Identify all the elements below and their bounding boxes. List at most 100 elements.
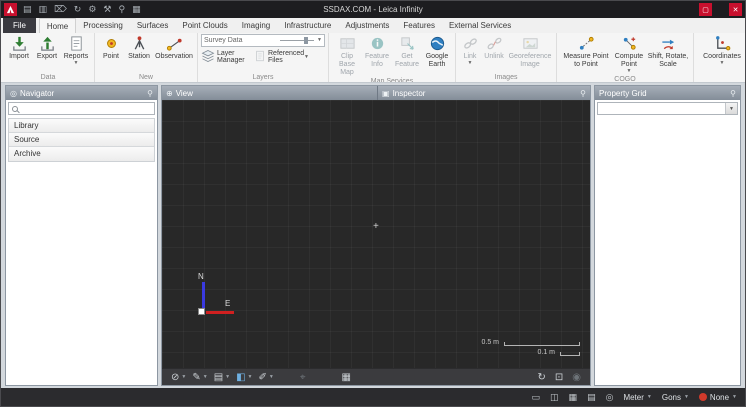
group-label-data: Data (5, 73, 91, 82)
google-earth-label: Google Earth (423, 53, 451, 69)
close-button[interactable]: ✕ (729, 3, 742, 16)
export-icon (39, 35, 56, 53)
settings-gear-icon[interactable]: ⚙ (88, 3, 96, 16)
ribbon-group-cogo: Measure Point to Point Compute Point ▼ S… (557, 33, 694, 82)
refresh-icon[interactable]: ↻ (74, 3, 82, 16)
north-axis-line (202, 282, 205, 309)
tab-processing[interactable]: Processing (76, 18, 130, 33)
clip-base-map-button[interactable]: Clip Base Map (332, 34, 362, 77)
style-brush-button[interactable]: ✐▼ (259, 370, 274, 385)
property-selector-combobox[interactable]: ▼ (597, 102, 738, 115)
compute-point-button[interactable]: Compute Point ▼ (612, 34, 646, 75)
coordinates-icon (714, 35, 731, 53)
coordinate-system-dropdown[interactable]: None ▼ (699, 393, 737, 402)
tab-adjustments[interactable]: Adjustments (338, 18, 396, 33)
group-label-images: Images (459, 73, 553, 82)
east-axis-label: E (225, 299, 230, 308)
unlink-icon (486, 35, 503, 53)
export-button[interactable]: Export (33, 34, 61, 62)
shift-rotate-scale-button[interactable]: Shift, Rotate, Scale (646, 34, 690, 70)
import-button[interactable]: Import (5, 34, 33, 62)
tab-imaging[interactable]: Imaging (235, 18, 277, 33)
chevron-down-icon: ▼ (647, 395, 652, 400)
station-label: Station (128, 53, 150, 61)
display-grid-icon[interactable]: ▦ (132, 3, 141, 16)
file-menu-button[interactable]: File (3, 18, 36, 33)
leica-logo-icon (4, 3, 17, 16)
search-input[interactable] (21, 104, 151, 113)
snap-status-icon[interactable]: ◫ (550, 389, 559, 405)
coordinates-button[interactable]: Coordinates ▼ (697, 34, 745, 67)
tools-icon[interactable]: ⚒ (103, 3, 111, 16)
window-controls: ▢ ✕ (699, 3, 742, 16)
snap-toggle-button[interactable]: ⊘▼ (171, 370, 186, 385)
property-grid-panel: Property Grid ⚲ ▼ (594, 85, 741, 386)
distance-unit-value: Meter (623, 393, 643, 402)
map-canvas[interactable]: + N E 0.5 m 0.1 m (162, 100, 590, 368)
navigator-title: Navigator (20, 89, 54, 98)
pin-icon[interactable]: ⚲ (147, 89, 153, 98)
distance-unit-dropdown[interactable]: Meter ▼ (623, 393, 651, 402)
property-grid-header: Property Grid ⚲ (595, 86, 740, 100)
group-label-layers: Layers (201, 73, 325, 82)
angle-unit-dropdown[interactable]: Gons ▼ (662, 393, 689, 402)
zoom-extents-button[interactable]: ⊡ (555, 370, 563, 385)
link-button[interactable]: Link ▼ (459, 34, 481, 67)
tab-view[interactable]: ⊕ View (162, 86, 374, 100)
grid-status-icon[interactable]: ▦ (569, 389, 578, 405)
draw-tool-button[interactable]: ✎▼ (192, 370, 207, 385)
export-label: Export (37, 53, 57, 61)
georeference-image-button[interactable]: Georeference Image (507, 34, 553, 70)
get-feature-button[interactable]: Get Feature (392, 34, 422, 70)
google-earth-button[interactable]: Google Earth (422, 34, 452, 70)
target-status-icon[interactable]: ◎ (606, 389, 614, 405)
select-tool-icon[interactable]: ⌖ (300, 370, 306, 385)
observation-button[interactable]: Observation (154, 34, 194, 62)
reports-button[interactable]: Reports ▼ (61, 34, 91, 67)
tab-surfaces[interactable]: Surfaces (130, 18, 176, 33)
compute-point-icon (621, 35, 638, 53)
view-mode-button[interactable]: ◧▼ (236, 370, 252, 385)
pin-icon[interactable]: ⚲ (580, 89, 586, 98)
layers-status-icon[interactable]: ▤ (587, 389, 596, 405)
inspector-title: Inspector (393, 89, 426, 98)
pin-icon[interactable]: ⚲ (730, 89, 736, 98)
unlink-button[interactable]: Unlink (481, 34, 507, 62)
layers-visibility-button[interactable]: ▤▼ (214, 370, 230, 385)
layout-rows-icon[interactable]: ▥ (39, 3, 48, 16)
tab-infrastructure[interactable]: Infrastructure (277, 18, 338, 33)
referenced-files-button[interactable]: Referenced Files ▼ (254, 50, 309, 65)
scale-major-label: 0.5 m (481, 339, 499, 346)
measure-point-to-point-button[interactable]: Measure Point to Point (560, 34, 612, 70)
sidebar-item-source[interactable]: Source (9, 133, 154, 147)
capture-view-button[interactable]: ◉ (572, 370, 581, 385)
feature-info-button[interactable]: Feature Info (362, 34, 392, 70)
view-icon: ⊕ (166, 89, 173, 98)
tab-point-clouds[interactable]: Point Clouds (175, 18, 234, 33)
georeference-image-icon (522, 35, 539, 53)
sidebar-item-library[interactable]: Library (9, 119, 154, 133)
active-layer-combobox[interactable]: Survey Data ▼ (201, 34, 325, 47)
layer-transparency-slider[interactable] (280, 37, 314, 44)
station-button[interactable]: Station (124, 34, 154, 62)
axis-indicator: N E (198, 274, 242, 322)
grid-toggle-button[interactable]: ▦ (341, 370, 350, 385)
refresh-view-button[interactable]: ↻ (537, 370, 545, 385)
layout-columns-icon[interactable]: ▤ (23, 3, 32, 16)
unlink-label: Unlink (484, 53, 503, 61)
tab-external-services[interactable]: External Services (442, 18, 518, 33)
tab-inspector[interactable]: ▣ Inspector ⚲ (377, 86, 590, 100)
layer-manager-button[interactable]: Layer Manager (201, 49, 249, 66)
view-header: ⊕ View ▣ Inspector ⚲ (162, 86, 590, 100)
measure-point-to-point-label: Measure Point to Point (561, 53, 611, 69)
sidebar-item-archive[interactable]: Archive (9, 147, 154, 161)
point-button[interactable]: Point (98, 34, 124, 62)
tab-home[interactable]: Home (39, 18, 76, 33)
tab-features[interactable]: Features (396, 18, 442, 33)
display-icon[interactable]: ▭ (532, 389, 541, 405)
delete-icon[interactable]: ⌦ (54, 3, 67, 16)
pin-icon[interactable]: ⚲ (118, 3, 125, 16)
ribbon-group-coordinates: Coordinates ▼ (694, 33, 745, 82)
dropdown-arrow-icon: ▼ (304, 55, 309, 60)
maximize-button[interactable]: ▢ (699, 3, 712, 16)
